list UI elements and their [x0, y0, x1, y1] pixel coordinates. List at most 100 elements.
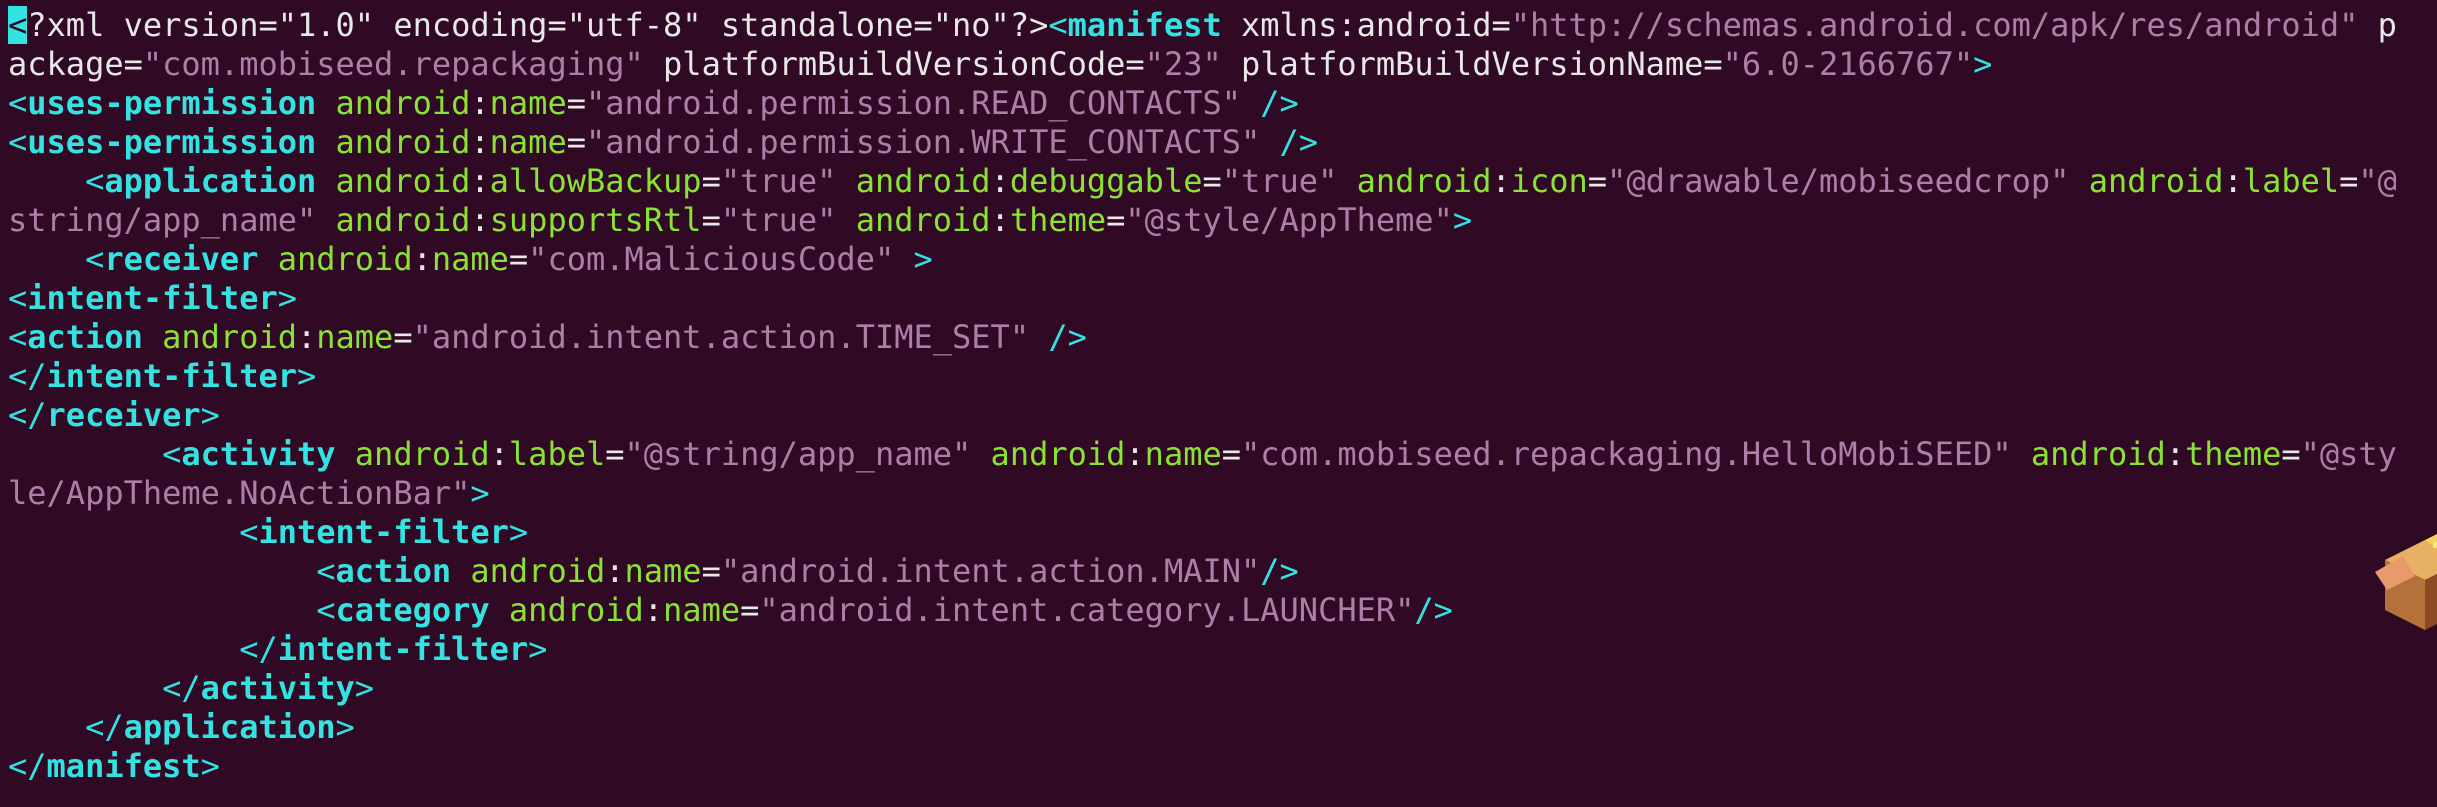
code-token: "android.intent.action.TIME_SET": [412, 318, 1030, 356]
code-token: =: [1703, 45, 1723, 83]
code-token: :: [470, 84, 490, 122]
code-token: theme: [1009, 201, 1107, 239]
terminal-line: <action android:name="android.intent.act…: [8, 318, 2397, 357]
code-token: =: [566, 123, 586, 161]
code-token: android: [2011, 435, 2166, 473]
code-token: "true": [1221, 162, 1338, 200]
code-token: =: [1125, 45, 1145, 83]
code-token: =: [566, 84, 586, 122]
code-token: "android.intent.action.MAIN": [720, 552, 1261, 590]
code-token: />: [1414, 591, 1453, 629]
code-token: supportsRtl: [489, 201, 702, 239]
code-token: </: [8, 747, 47, 785]
code-token: le/AppTheme.NoActionBar": [8, 474, 471, 512]
code-token: :: [643, 591, 664, 629]
code-token: =: [1221, 435, 1241, 473]
package-icon[interactable]: [2375, 520, 2437, 650]
code-token: </: [8, 396, 47, 434]
code-token: category: [335, 591, 490, 629]
code-token: :: [296, 318, 317, 356]
code-token: intent-filter: [277, 630, 529, 668]
code-token: name: [489, 123, 567, 161]
code-token: :: [1125, 435, 1145, 473]
code-token: =: [701, 162, 721, 200]
code-token: />: [1260, 552, 1299, 590]
code-token: />: [1029, 318, 1087, 356]
terminal-line: </intent-filter>: [8, 630, 2397, 669]
code-token: icon: [1510, 162, 1588, 200]
code-token: <: [1048, 6, 1068, 44]
code-token: android: [489, 591, 644, 629]
code-token: "true": [720, 162, 837, 200]
code-token: allowBackup: [489, 162, 702, 200]
code-token: =: [2339, 162, 2359, 200]
code-token: android: [335, 435, 490, 473]
code-token: xmlns:android: [1221, 6, 1492, 44]
code-token: activity: [181, 435, 336, 473]
code-token: name: [431, 240, 509, 278]
code-token: android: [142, 318, 297, 356]
code-token: string/app_name": [8, 201, 317, 239]
code-token: =: [508, 240, 529, 278]
code-token: <: [8, 513, 259, 551]
code-token: <: [8, 435, 182, 473]
code-token: name: [1144, 435, 1222, 473]
code-token: activity: [200, 669, 355, 707]
terminal-line: <uses-permission android:name="android.p…: [8, 84, 2397, 123]
code-token: </: [8, 669, 201, 707]
code-token: android: [2069, 162, 2224, 200]
code-token: :: [2223, 162, 2243, 200]
code-token: application: [104, 162, 317, 200]
code-token: name: [663, 591, 741, 629]
code-token: "@style/AppTheme": [1125, 201, 1453, 239]
terminal-window[interactable]: <?xml version="1.0" encoding="utf-8" sta…: [0, 0, 2437, 807]
code-token: =: [393, 318, 413, 356]
code-token: =: [605, 435, 625, 473]
code-token: >: [335, 708, 355, 746]
code-token: "android.permission.READ_CONTACTS": [585, 84, 1241, 122]
code-token: p: [2358, 6, 2397, 44]
code-token: name: [489, 84, 567, 122]
code-token: </: [8, 357, 47, 395]
terminal-line: le/AppTheme.NoActionBar">: [8, 474, 2397, 513]
code-token: <: [8, 552, 336, 590]
code-token: =: [1106, 201, 1126, 239]
code-token: =: [1491, 6, 1511, 44]
code-token: android: [971, 435, 1126, 473]
code-token: ackage: [8, 45, 124, 83]
code-token: :: [470, 123, 490, 161]
code-token: android: [316, 162, 471, 200]
code-token: debuggable: [1009, 162, 1203, 200]
code-token: <: [8, 84, 28, 122]
code-token: manifest: [46, 747, 201, 785]
code-token: "@drawable/mobiseedcrop": [1607, 162, 2070, 200]
code-token: android: [451, 552, 606, 590]
code-token: label: [2242, 162, 2340, 200]
code-token: >: [528, 630, 548, 668]
code-token: "6.0-2166767": [1722, 45, 1974, 83]
code-token: uses-permission: [27, 84, 317, 122]
code-token: "android.intent.category.LAUNCHER": [759, 591, 1415, 629]
terminal-line: <intent-filter>: [8, 513, 2397, 552]
code-token: >: [1452, 201, 1473, 239]
code-token: "com.mobiseed.repackaging.HelloMobiSEED": [1241, 435, 2012, 473]
code-token: <: [8, 123, 28, 161]
code-token: :: [990, 201, 1010, 239]
code-token: =: [2281, 435, 2301, 473]
terminal-line: string/app_name" android:supportsRtl="tr…: [8, 201, 2397, 240]
code-token: android: [316, 123, 471, 161]
code-token: <: [8, 591, 336, 629]
code-token: :: [470, 162, 490, 200]
code-token: "23": [1144, 45, 1222, 83]
terminal-line: <?xml version="1.0" encoding="utf-8" sta…: [8, 6, 2397, 45]
terminal-line: </manifest>: [8, 747, 2397, 786]
code-token: =: [1587, 162, 1608, 200]
code-token: platformBuildVersionCode: [643, 45, 1126, 83]
code-token: >: [354, 669, 375, 707]
code-token: =: [701, 552, 721, 590]
code-token: label: [508, 435, 606, 473]
code-token: :: [470, 201, 490, 239]
terminal-line: <application android:allowBackup="true" …: [8, 162, 2397, 201]
terminal-line: </activity>: [8, 669, 2397, 708]
code-token: >: [200, 396, 220, 434]
